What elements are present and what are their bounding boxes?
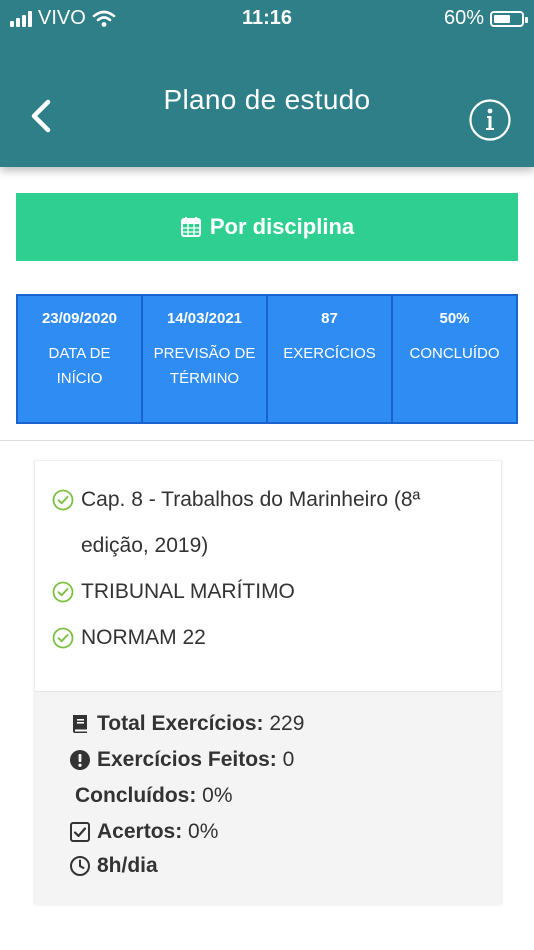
by-discipline-label: Por disciplina	[209, 214, 355, 239]
done-exercises-value: 0	[282, 748, 295, 771]
done-exercises-label: Exercícios Feitos:	[97, 748, 277, 771]
stat-label: DATA DE INÍCIO	[48, 345, 111, 387]
stat-label: PREVISÃO DE TÉRMINO	[153, 345, 256, 387]
status-bar: VIVO 11:16 60%	[0, 0, 534, 36]
info-circle-icon	[469, 99, 511, 141]
stat-start-date: 23/09/2020 DATA DE INÍCIO	[18, 296, 141, 422]
total-exercises-row: Total Exercícios: 229	[69, 712, 304, 736]
check-circle-icon	[52, 581, 74, 603]
topic-label: Cap. 8 - Trabalhos do Marinheiro (8ª edi…	[81, 488, 421, 557]
topic-item: NORMAM 22	[51, 615, 491, 661]
study-plan-card[interactable]: Cap. 8 - Trabalhos do Marinheiro (8ª edi…	[34, 460, 502, 904]
completed-row: Concluídos: 0%	[75, 784, 233, 808]
summary-panel: Total Exercícios: 229 Exercícios Feitos:…	[35, 691, 501, 904]
by-discipline-button[interactable]: Por disciplina	[16, 193, 518, 261]
battery-group: 60%	[443, 7, 528, 30]
info-button[interactable]	[468, 98, 511, 141]
app-header: VIVO 11:16 60% Plano de estudo	[0, 0, 534, 167]
completed-label: Concluídos:	[75, 784, 197, 807]
book-icon	[73, 715, 87, 733]
topic-label: NORMAM 22	[81, 626, 206, 649]
done-exercises-row: Exercícios Feitos: 0	[69, 748, 294, 772]
clock-icon	[70, 856, 90, 876]
check-circle-icon	[52, 489, 74, 511]
hours-per-day: 8h/dia	[97, 854, 158, 877]
total-exercises-label: Total Exercícios:	[97, 712, 264, 735]
topic-label: TRIBUNAL MARÍTIMO	[81, 580, 295, 603]
stat-end-forecast: 14/03/2021 PREVISÃO DE TÉRMINO	[143, 296, 266, 422]
hours-row: 8h/dia	[69, 854, 158, 878]
hits-row: Acertos: 0%	[69, 820, 218, 844]
stat-value: 14/03/2021	[166, 310, 243, 327]
stats-row: 23/09/2020 DATA DE INÍCIO 14/03/2021 PRE…	[16, 294, 518, 424]
topic-item: TRIBUNAL MARÍTIMO	[51, 569, 491, 615]
battery-percent: 60%	[443, 7, 484, 29]
calendar-icon	[180, 217, 201, 237]
completed-value: 0%	[202, 784, 233, 807]
stat-value: 87	[321, 310, 338, 327]
stat-value: 23/09/2020	[41, 310, 118, 327]
hits-value: 0%	[188, 820, 219, 843]
stat-value: 50%	[439, 310, 470, 327]
checkbox-checked-icon	[70, 822, 90, 842]
hits-label: Acertos:	[97, 820, 183, 843]
stat-label: EXERCÍCIOS	[283, 345, 376, 362]
battery-icon	[490, 10, 528, 27]
stat-completed: 50% CONCLUÍDO	[393, 296, 516, 422]
topic-list: Cap. 8 - Trabalhos do Marinheiro (8ª edi…	[51, 477, 491, 661]
stat-exercises: 87 EXERCÍCIOS	[268, 296, 391, 422]
total-exercises-value: 229	[269, 712, 305, 735]
stat-label: CONCLUÍDO	[409, 345, 500, 362]
check-circle-icon	[52, 627, 74, 649]
page-title: Plano de estudo	[163, 84, 371, 115]
exclamation-circle-icon	[70, 750, 90, 770]
topic-item: Cap. 8 - Trabalhos do Marinheiro (8ª edi…	[51, 477, 491, 569]
section-divider	[0, 440, 534, 441]
